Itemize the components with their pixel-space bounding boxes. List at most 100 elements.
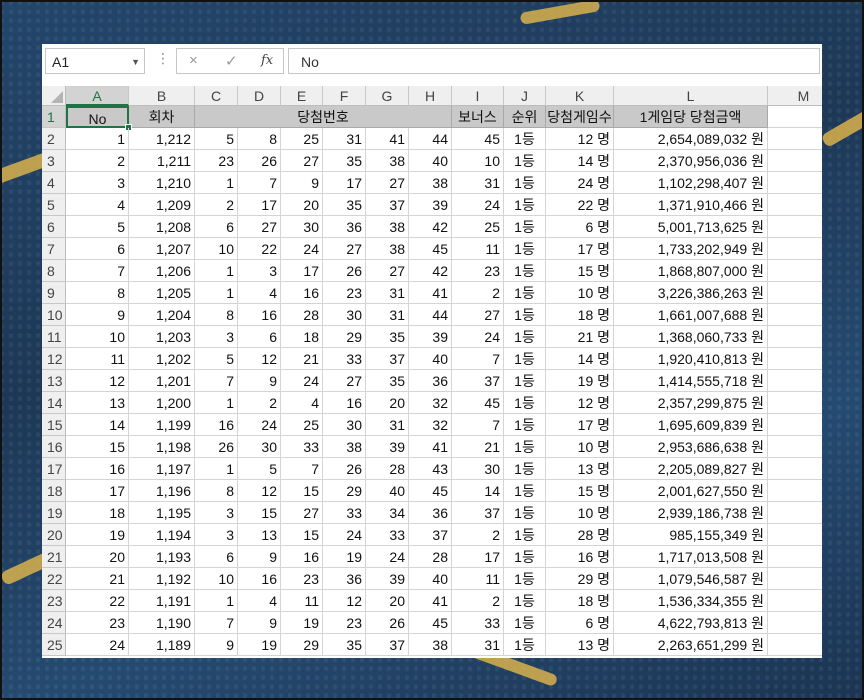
number-cell[interactable]: 36 <box>323 568 366 590</box>
prize-cell[interactable]: 2,654,089,032 원 <box>614 128 768 150</box>
number-cell[interactable]: 38 <box>366 238 409 260</box>
number-cell[interactable]: 13 <box>238 524 281 546</box>
bonus-cell[interactable]: 10 <box>452 150 504 172</box>
number-cell[interactable]: 23 <box>323 282 366 304</box>
rank-cell[interactable]: 1등 <box>504 348 546 370</box>
empty-cell[interactable] <box>768 260 822 282</box>
number-cell[interactable]: 44 <box>409 128 452 150</box>
row-header[interactable]: 14 <box>42 392 66 414</box>
number-cell[interactable]: 36 <box>409 502 452 524</box>
rank-cell[interactable]: 1등 <box>504 216 546 238</box>
number-cell[interactable]: 19 <box>323 546 366 568</box>
no-cell[interactable]: 14 <box>66 414 129 436</box>
rank-cell[interactable]: 1등 <box>504 546 546 568</box>
number-cell[interactable]: 31 <box>323 128 366 150</box>
number-cell[interactable]: 22 <box>238 238 281 260</box>
prize-cell[interactable]: 2,205,089,827 원 <box>614 458 768 480</box>
round-cell[interactable]: 1,207 <box>129 238 195 260</box>
number-cell[interactable]: 9 <box>238 370 281 392</box>
bonus-cell[interactable]: 33 <box>452 612 504 634</box>
bonus-cell[interactable]: 23 <box>452 260 504 282</box>
empty-cell[interactable] <box>768 392 822 414</box>
number-cell[interactable]: 39 <box>366 436 409 458</box>
rank-cell[interactable]: 1등 <box>504 480 546 502</box>
row-header[interactable]: 18 <box>42 480 66 502</box>
prize-cell[interactable]: 1,920,410,813 원 <box>614 348 768 370</box>
column-header-j[interactable]: J <box>504 86 546 106</box>
bonus-cell[interactable]: 24 <box>452 326 504 348</box>
empty-cell[interactable] <box>768 458 822 480</box>
winner-games-cell[interactable]: 28 명 <box>546 524 614 546</box>
number-cell[interactable]: 37 <box>366 194 409 216</box>
row-header[interactable]: 25 <box>42 634 66 656</box>
number-cell[interactable]: 33 <box>281 436 323 458</box>
number-cell[interactable]: 38 <box>409 172 452 194</box>
number-cell[interactable]: 3 <box>195 524 238 546</box>
column-header-g[interactable]: G <box>366 86 409 106</box>
number-cell[interactable]: 17 <box>238 194 281 216</box>
prize-cell[interactable]: 1,102,298,407 원 <box>614 172 768 194</box>
number-cell[interactable]: 41 <box>409 436 452 458</box>
number-cell[interactable]: 21 <box>281 348 323 370</box>
number-cell[interactable]: 4 <box>281 392 323 414</box>
number-cell[interactable]: 17 <box>323 172 366 194</box>
number-cell[interactable]: 23 <box>281 568 323 590</box>
number-cell[interactable]: 30 <box>281 216 323 238</box>
number-cell[interactable]: 29 <box>281 634 323 656</box>
number-cell[interactable]: 40 <box>366 480 409 502</box>
bonus-cell[interactable]: 24 <box>452 194 504 216</box>
number-cell[interactable]: 5 <box>238 458 281 480</box>
number-cell[interactable]: 1 <box>195 282 238 304</box>
no-cell[interactable]: 16 <box>66 458 129 480</box>
round-cell[interactable]: 1,193 <box>129 546 195 568</box>
number-cell[interactable]: 43 <box>409 458 452 480</box>
winner-games-cell[interactable]: 18 명 <box>546 304 614 326</box>
rank-cell[interactable]: 1등 <box>504 392 546 414</box>
number-cell[interactable]: 40 <box>409 150 452 172</box>
number-cell[interactable]: 29 <box>323 326 366 348</box>
row-header[interactable]: 11 <box>42 326 66 348</box>
empty-cell[interactable] <box>768 546 822 568</box>
bonus-cell[interactable]: 27 <box>452 304 504 326</box>
number-cell[interactable]: 33 <box>323 348 366 370</box>
number-cell[interactable]: 10 <box>195 238 238 260</box>
prize-cell[interactable]: 1,661,007,688 원 <box>614 304 768 326</box>
no-cell[interactable]: 18 <box>66 502 129 524</box>
winner-games-cell[interactable]: 14 명 <box>546 348 614 370</box>
number-cell[interactable]: 1 <box>195 392 238 414</box>
number-cell[interactable]: 16 <box>195 414 238 436</box>
no-cell[interactable]: 5 <box>66 216 129 238</box>
number-cell[interactable]: 45 <box>409 612 452 634</box>
number-cell[interactable]: 12 <box>323 590 366 612</box>
number-cell[interactable]: 2 <box>238 392 281 414</box>
number-cell[interactable]: 26 <box>323 260 366 282</box>
number-cell[interactable]: 7 <box>195 370 238 392</box>
prize-cell[interactable]: 4,622,793,813 원 <box>614 612 768 634</box>
number-cell[interactable]: 31 <box>366 304 409 326</box>
number-cell[interactable]: 27 <box>281 502 323 524</box>
empty-cell[interactable] <box>768 568 822 590</box>
number-cell[interactable]: 31 <box>366 282 409 304</box>
prize-cell[interactable]: 2,001,627,550 원 <box>614 480 768 502</box>
bonus-cell[interactable]: 2 <box>452 590 504 612</box>
number-cell[interactable]: 34 <box>366 502 409 524</box>
prize-cell[interactable]: 2,939,186,738 원 <box>614 502 768 524</box>
no-cell[interactable]: 6 <box>66 238 129 260</box>
no-cell[interactable]: 22 <box>66 590 129 612</box>
bonus-cell[interactable]: 45 <box>452 128 504 150</box>
number-cell[interactable]: 30 <box>238 436 281 458</box>
bonus-cell[interactable]: 7 <box>452 414 504 436</box>
bonus-cell[interactable]: 11 <box>452 568 504 590</box>
round-cell[interactable]: 1,211 <box>129 150 195 172</box>
no-cell[interactable]: 3 <box>66 172 129 194</box>
round-cell[interactable]: 1,196 <box>129 480 195 502</box>
round-cell[interactable]: 1,195 <box>129 502 195 524</box>
prize-cell[interactable]: 1,717,013,508 원 <box>614 546 768 568</box>
winner-games-cell[interactable]: 12 명 <box>546 392 614 414</box>
row-header[interactable]: 1 <box>42 106 66 128</box>
number-cell[interactable]: 6 <box>238 326 281 348</box>
round-cell[interactable]: 1,205 <box>129 282 195 304</box>
row-header[interactable]: 8 <box>42 260 66 282</box>
no-cell[interactable]: 17 <box>66 480 129 502</box>
number-cell[interactable]: 41 <box>366 128 409 150</box>
